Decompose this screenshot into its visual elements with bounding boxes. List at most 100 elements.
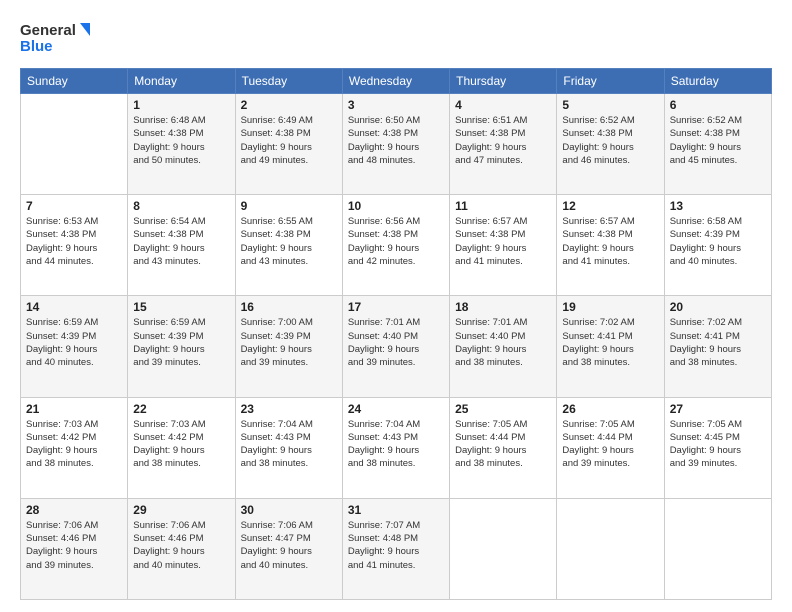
day-info: Sunrise: 6:59 AM Sunset: 4:39 PM Dayligh… (133, 316, 229, 369)
day-number: 9 (241, 199, 337, 213)
week-row-2: 7 Sunrise: 6:53 AM Sunset: 4:38 PM Daylig… (21, 195, 772, 296)
header: General Blue (20, 18, 772, 58)
calendar-cell: 17 Sunrise: 7:01 AM Sunset: 4:40 PM Dayli… (342, 296, 449, 397)
day-number: 14 (26, 300, 122, 314)
week-row-1: 1 Sunrise: 6:48 AM Sunset: 4:38 PM Daylig… (21, 94, 772, 195)
day-number: 27 (670, 402, 766, 416)
day-number: 20 (670, 300, 766, 314)
calendar-table: SundayMondayTuesdayWednesdayThursdayFrid… (20, 68, 772, 600)
day-info: Sunrise: 7:03 AM Sunset: 4:42 PM Dayligh… (133, 418, 229, 471)
day-number: 11 (455, 199, 551, 213)
calendar-cell: 24 Sunrise: 7:04 AM Sunset: 4:43 PM Dayli… (342, 397, 449, 498)
weekday-saturday: Saturday (664, 69, 771, 94)
calendar-cell: 11 Sunrise: 6:57 AM Sunset: 4:38 PM Dayli… (450, 195, 557, 296)
calendar-cell: 18 Sunrise: 7:01 AM Sunset: 4:40 PM Dayli… (450, 296, 557, 397)
day-info: Sunrise: 7:06 AM Sunset: 4:46 PM Dayligh… (133, 519, 229, 572)
day-info: Sunrise: 6:51 AM Sunset: 4:38 PM Dayligh… (455, 114, 551, 167)
day-number: 31 (348, 503, 444, 517)
day-number: 16 (241, 300, 337, 314)
day-number: 25 (455, 402, 551, 416)
day-number: 29 (133, 503, 229, 517)
calendar-cell: 3Sunrise: 6:50 AM Sunset: 4:38 PM Daylig… (342, 94, 449, 195)
day-info: Sunrise: 6:57 AM Sunset: 4:38 PM Dayligh… (562, 215, 658, 268)
day-info: Sunrise: 7:06 AM Sunset: 4:46 PM Dayligh… (26, 519, 122, 572)
weekday-friday: Friday (557, 69, 664, 94)
day-number: 30 (241, 503, 337, 517)
calendar-cell: 28Sunrise: 7:06 AM Sunset: 4:46 PM Dayli… (21, 498, 128, 599)
svg-text:General: General (20, 22, 76, 39)
calendar-cell: 4 Sunrise: 6:51 AM Sunset: 4:38 PM Daylig… (450, 94, 557, 195)
calendar-cell: 16 Sunrise: 7:00 AM Sunset: 4:39 PM Dayli… (235, 296, 342, 397)
calendar-cell: 13 Sunrise: 6:58 AM Sunset: 4:39 PM Dayli… (664, 195, 771, 296)
day-info: Sunrise: 6:52 AM Sunset: 4:38 PM Dayligh… (562, 114, 658, 167)
day-info: Sunrise: 6:52 AM Sunset: 4:38 PM Dayligh… (670, 114, 766, 167)
day-number: 18 (455, 300, 551, 314)
day-info: Sunrise: 6:55 AM Sunset: 4:38 PM Dayligh… (241, 215, 337, 268)
weekday-wednesday: Wednesday (342, 69, 449, 94)
calendar-cell: 20 Sunrise: 7:02 AM Sunset: 4:41 PM Dayli… (664, 296, 771, 397)
day-number: 1 (133, 98, 229, 112)
day-number: 4 (455, 98, 551, 112)
day-number: 3 (348, 98, 444, 112)
calendar-cell: 19Sunrise: 7:02 AM Sunset: 4:41 PM Dayli… (557, 296, 664, 397)
week-row-3: 14 Sunrise: 6:59 AM Sunset: 4:39 PM Dayli… (21, 296, 772, 397)
day-number: 5 (562, 98, 658, 112)
calendar-cell: 26 Sunrise: 7:05 AM Sunset: 4:44 PM Dayli… (557, 397, 664, 498)
day-number: 24 (348, 402, 444, 416)
day-number: 22 (133, 402, 229, 416)
week-row-5: 28Sunrise: 7:06 AM Sunset: 4:46 PM Dayli… (21, 498, 772, 599)
day-number: 26 (562, 402, 658, 416)
weekday-monday: Monday (128, 69, 235, 94)
day-number: 8 (133, 199, 229, 213)
calendar-body: 1 Sunrise: 6:48 AM Sunset: 4:38 PM Daylig… (21, 94, 772, 600)
day-number: 23 (241, 402, 337, 416)
calendar-cell: 21 Sunrise: 7:03 AM Sunset: 4:42 PM Dayli… (21, 397, 128, 498)
day-info: Sunrise: 6:53 AM Sunset: 4:38 PM Dayligh… (26, 215, 122, 268)
day-info: Sunrise: 7:05 AM Sunset: 4:45 PM Dayligh… (670, 418, 766, 471)
calendar-cell: 25 Sunrise: 7:05 AM Sunset: 4:44 PM Dayli… (450, 397, 557, 498)
day-info: Sunrise: 7:00 AM Sunset: 4:39 PM Dayligh… (241, 316, 337, 369)
calendar-cell (21, 94, 128, 195)
calendar-cell: 5 Sunrise: 6:52 AM Sunset: 4:38 PM Daylig… (557, 94, 664, 195)
day-info: Sunrise: 6:54 AM Sunset: 4:38 PM Dayligh… (133, 215, 229, 268)
day-info: Sunrise: 7:02 AM Sunset: 4:41 PM Dayligh… (670, 316, 766, 369)
day-number: 17 (348, 300, 444, 314)
day-number: 15 (133, 300, 229, 314)
day-info: Sunrise: 6:57 AM Sunset: 4:38 PM Dayligh… (455, 215, 551, 268)
day-number: 19 (562, 300, 658, 314)
day-info: Sunrise: 7:04 AM Sunset: 4:43 PM Dayligh… (241, 418, 337, 471)
calendar-cell: 30 Sunrise: 7:06 AM Sunset: 4:47 PM Dayli… (235, 498, 342, 599)
calendar-cell: 9 Sunrise: 6:55 AM Sunset: 4:38 PM Daylig… (235, 195, 342, 296)
calendar-cell: 7 Sunrise: 6:53 AM Sunset: 4:38 PM Daylig… (21, 195, 128, 296)
day-info: Sunrise: 7:01 AM Sunset: 4:40 PM Dayligh… (348, 316, 444, 369)
logo-svg: General Blue (20, 18, 90, 58)
day-number: 13 (670, 199, 766, 213)
calendar-cell: 22 Sunrise: 7:03 AM Sunset: 4:42 PM Dayli… (128, 397, 235, 498)
day-info: Sunrise: 7:01 AM Sunset: 4:40 PM Dayligh… (455, 316, 551, 369)
day-info: Sunrise: 6:56 AM Sunset: 4:38 PM Dayligh… (348, 215, 444, 268)
day-info: Sunrise: 7:05 AM Sunset: 4:44 PM Dayligh… (562, 418, 658, 471)
day-info: Sunrise: 7:05 AM Sunset: 4:44 PM Dayligh… (455, 418, 551, 471)
calendar-cell: 23 Sunrise: 7:04 AM Sunset: 4:43 PM Dayli… (235, 397, 342, 498)
weekday-tuesday: Tuesday (235, 69, 342, 94)
weekday-thursday: Thursday (450, 69, 557, 94)
calendar-cell: 1 Sunrise: 6:48 AM Sunset: 4:38 PM Daylig… (128, 94, 235, 195)
day-info: Sunrise: 7:04 AM Sunset: 4:43 PM Dayligh… (348, 418, 444, 471)
calendar-cell: 27 Sunrise: 7:05 AM Sunset: 4:45 PM Dayli… (664, 397, 771, 498)
calendar-cell: 31Sunrise: 7:07 AM Sunset: 4:48 PM Dayli… (342, 498, 449, 599)
day-number: 21 (26, 402, 122, 416)
day-info: Sunrise: 7:06 AM Sunset: 4:47 PM Dayligh… (241, 519, 337, 572)
day-info: Sunrise: 6:58 AM Sunset: 4:39 PM Dayligh… (670, 215, 766, 268)
calendar-page: General Blue SundayMondayTuesdayWednesda… (0, 0, 792, 612)
day-number: 7 (26, 199, 122, 213)
svg-text:Blue: Blue (20, 38, 53, 55)
day-info: Sunrise: 6:59 AM Sunset: 4:39 PM Dayligh… (26, 316, 122, 369)
calendar-cell: 10Sunrise: 6:56 AM Sunset: 4:38 PM Dayli… (342, 195, 449, 296)
calendar-cell (557, 498, 664, 599)
calendar-cell: 15 Sunrise: 6:59 AM Sunset: 4:39 PM Dayli… (128, 296, 235, 397)
calendar-cell (450, 498, 557, 599)
day-info: Sunrise: 7:03 AM Sunset: 4:42 PM Dayligh… (26, 418, 122, 471)
day-info: Sunrise: 6:48 AM Sunset: 4:38 PM Dayligh… (133, 114, 229, 167)
week-row-4: 21 Sunrise: 7:03 AM Sunset: 4:42 PM Dayli… (21, 397, 772, 498)
day-number: 2 (241, 98, 337, 112)
